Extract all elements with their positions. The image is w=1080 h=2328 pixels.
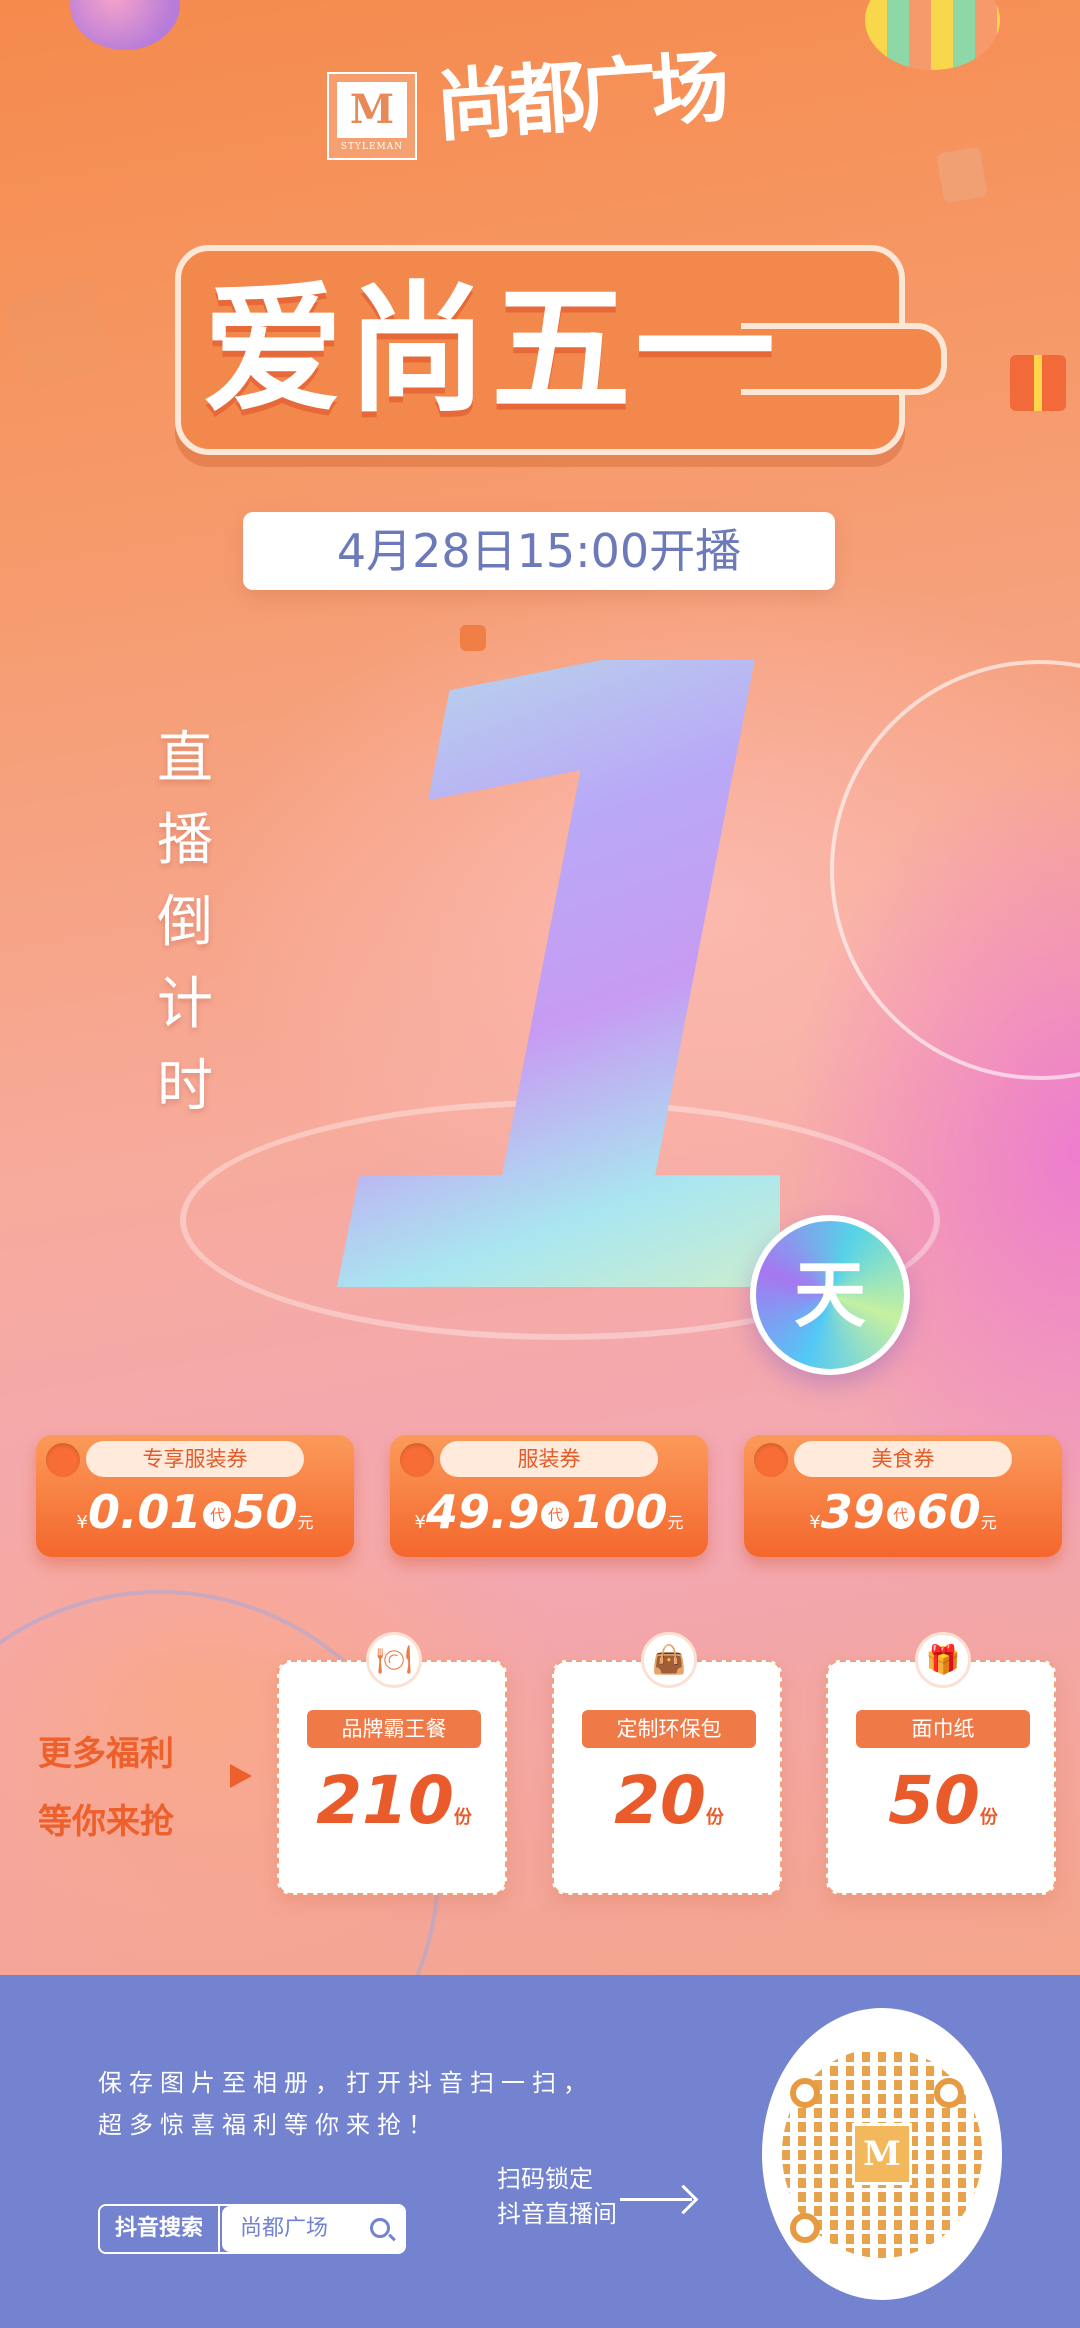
gift-count-unit: 份	[453, 1807, 472, 1828]
gift-count-unit: 份	[979, 1807, 998, 1828]
gift-box-decoration	[1010, 355, 1066, 411]
headline-title: 爱尚五一	[203, 269, 780, 432]
gift-bag-decoration	[3, 278, 117, 392]
day-unit-badge: 天	[750, 1215, 910, 1375]
coupon-title: 服装券	[440, 1441, 658, 1477]
gift-box-decoration	[935, 146, 989, 204]
gift-card[interactable]: 🎁 面巾纸 50份	[826, 1632, 1058, 1895]
qr-finder-mark	[934, 2078, 964, 2108]
coupon-dai-badge: 代	[886, 1501, 915, 1529]
coupon-currency: ¥	[76, 1512, 88, 1533]
countdown-label-char: 播	[157, 808, 213, 873]
headline-plaque: 爱尚五一	[175, 245, 947, 455]
coupon-dot	[46, 1443, 80, 1477]
arrow-right-icon	[620, 2198, 692, 2201]
welfare-line-1: 更多福利	[38, 1734, 174, 1774]
coupon-currency: ¥	[809, 1512, 821, 1533]
logo-letter: M	[337, 82, 407, 138]
qr-center-logo: M	[852, 2123, 912, 2185]
coupon-dot	[400, 1443, 434, 1477]
gift-name: 品牌霸王餐	[307, 1710, 481, 1748]
coupon-dai-badge: 代	[541, 1501, 570, 1529]
coupon-card[interactable]: 专享服装券 ¥0.01 代 50元	[36, 1435, 354, 1557]
countdown-label-char: 倒	[157, 890, 213, 955]
coupon-unit: 元	[667, 1513, 684, 1532]
douyin-qr-code[interactable]: M	[762, 2008, 1002, 2300]
balloon-left	[70, 0, 180, 50]
coupon-price: 0.01	[87, 1485, 202, 1539]
gift-card[interactable]: 🍽 品牌霸王餐 210份	[277, 1632, 509, 1895]
gift-count-number: 20	[614, 1762, 706, 1839]
balloon-right	[865, 0, 1000, 70]
douyin-search-box[interactable]: 抖音搜索 尚都广场	[98, 2204, 406, 2254]
countdown-label-char: 计	[157, 972, 213, 1037]
qr-finder-mark	[790, 2213, 820, 2243]
brand-logo: M STYLEMAN	[327, 72, 417, 160]
bag-icon: 👜	[641, 1632, 697, 1688]
gift-name: 定制环保包	[582, 1710, 756, 1748]
coupon-dai-badge: 代	[203, 1501, 232, 1529]
gift-count-number: 50	[888, 1762, 980, 1839]
coupon-value: 60	[916, 1485, 981, 1539]
coupon-value: 50	[233, 1485, 298, 1539]
gift-count-number: 210	[316, 1762, 454, 1839]
coupon-values: ¥0.01 代 50元	[36, 1485, 354, 1549]
gift-card[interactable]: 👜 定制环保包 20份	[552, 1632, 784, 1895]
scan-line-2: 抖音直播间	[497, 2200, 617, 2228]
gift-count: 210份	[279, 1762, 509, 1839]
scan-line-1: 扫码锁定	[497, 2165, 593, 2193]
coupon-value: 100	[571, 1485, 668, 1539]
tissue-icon: 🎁	[915, 1632, 971, 1688]
footer-instruction-line-2: 超多惊喜福利等你来抢！	[98, 2111, 439, 2139]
coupon-dot	[754, 1443, 788, 1477]
coupon-values: ¥39 代 60元	[744, 1485, 1062, 1549]
countdown-label-char: 时	[157, 1054, 213, 1119]
coupon-price: 49.9	[425, 1485, 540, 1539]
coupon-values: ¥49.9 代 100元	[390, 1485, 708, 1549]
scan-instruction: 扫码锁定 抖音直播间	[497, 2162, 617, 2232]
welfare-line-2: 等你来抢	[38, 1802, 174, 1842]
brand-name: 尚都广场	[432, 42, 727, 153]
qr-finder-mark	[790, 2078, 820, 2108]
gift-count: 50份	[828, 1762, 1058, 1839]
coupon-unit: 元	[980, 1513, 997, 1532]
logo-subtitle: STYLEMAN	[340, 142, 404, 152]
coupon-title: 美食券	[794, 1441, 1012, 1477]
countdown-label-char: 直	[157, 726, 213, 791]
coupon-card[interactable]: 服装券 ¥49.9 代 100元	[390, 1435, 708, 1557]
gift-count: 20份	[554, 1762, 784, 1839]
gift-name: 面巾纸	[856, 1710, 1030, 1748]
more-welfare-label: 更多福利 等你来抢	[38, 1720, 174, 1856]
gift-count-unit: 份	[705, 1807, 724, 1828]
coupon-currency: ¥	[414, 1512, 426, 1533]
coupon-unit: 元	[297, 1513, 314, 1532]
footer-instruction-line-1: 保存图片至相册，打开抖音扫一扫，	[98, 2069, 594, 2097]
cloche-icon: 🍽	[366, 1632, 422, 1688]
search-tag-label: 抖音搜索	[100, 2206, 220, 2252]
coupon-title: 专享服装券	[86, 1441, 304, 1477]
poster-background: M STYLEMAN 尚都广场 爱尚五一 4月28日15:00开播 直 播 倒 …	[0, 0, 1080, 1975]
coupon-card[interactable]: 美食券 ¥39 代 60元	[744, 1435, 1062, 1557]
search-icon	[370, 2218, 390, 2238]
countdown-days-number: 1	[300, 489, 899, 1490]
countdown-label: 直 播 倒 计 时	[155, 718, 215, 1128]
arrow-right-icon	[230, 1764, 252, 1788]
coupon-price: 39	[820, 1485, 885, 1539]
